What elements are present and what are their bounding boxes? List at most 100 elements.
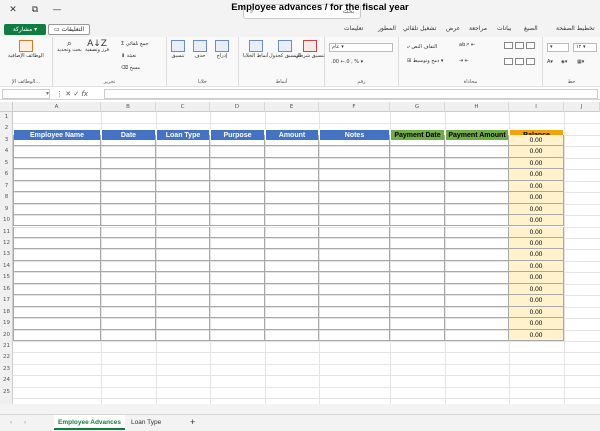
- table-cell[interactable]: [265, 260, 319, 273]
- table-cell[interactable]: [101, 215, 156, 227]
- table-cell[interactable]: [265, 180, 319, 193]
- table-cell[interactable]: [101, 272, 156, 284]
- table-cell[interactable]: [390, 295, 445, 307]
- table-cell[interactable]: [445, 157, 509, 170]
- table-cell[interactable]: [210, 134, 265, 147]
- table-cell[interactable]: [156, 306, 210, 319]
- row-header[interactable]: 10: [0, 215, 13, 226]
- table-cell[interactable]: [156, 260, 210, 273]
- table-cell[interactable]: [210, 249, 265, 261]
- balance-cell[interactable]: 0.00: [509, 169, 564, 181]
- table-cell[interactable]: [101, 249, 156, 261]
- table-cell[interactable]: [101, 146, 156, 158]
- column-header[interactable]: A: [13, 102, 101, 112]
- table-cell[interactable]: [390, 260, 445, 273]
- table-cell[interactable]: [210, 180, 265, 193]
- table-cell[interactable]: [13, 318, 101, 330]
- row-header[interactable]: 19: [0, 318, 13, 329]
- table-cell[interactable]: [13, 226, 101, 238]
- table-cell[interactable]: [445, 192, 509, 204]
- table-cell[interactable]: [210, 226, 265, 238]
- select-all-corner[interactable]: [0, 102, 13, 112]
- table-cell[interactable]: [390, 283, 445, 296]
- format-button[interactable]: تنسيق: [171, 40, 185, 59]
- addins-button[interactable]: الوظائف الإضافية: [8, 40, 44, 59]
- table-cell[interactable]: [156, 272, 210, 284]
- table-cell[interactable]: [445, 226, 509, 238]
- table-cell[interactable]: [445, 203, 509, 216]
- table-cell[interactable]: [319, 237, 390, 250]
- column-header[interactable]: B: [101, 102, 156, 112]
- table-cell[interactable]: [210, 157, 265, 170]
- align-right-icon[interactable]: [503, 58, 536, 65]
- table-cell[interactable]: [265, 295, 319, 307]
- table-cell[interactable]: [265, 306, 319, 319]
- table-cell[interactable]: [210, 215, 265, 227]
- balance-cell[interactable]: 0.00: [509, 283, 564, 296]
- table-cell[interactable]: [319, 283, 390, 296]
- table-cell[interactable]: [319, 215, 390, 227]
- table-cell[interactable]: [156, 157, 210, 170]
- table-cell[interactable]: [265, 272, 319, 284]
- table-cell[interactable]: [13, 180, 101, 193]
- table-cell[interactable]: [265, 192, 319, 204]
- balance-cell[interactable]: 0.00: [509, 215, 564, 227]
- table-cell[interactable]: [101, 169, 156, 181]
- table-cell[interactable]: [445, 180, 509, 193]
- tab-help[interactable]: تعليمات: [344, 25, 363, 32]
- table-cell[interactable]: [210, 146, 265, 158]
- balance-cell[interactable]: 0.00: [509, 146, 564, 158]
- formula-input[interactable]: [104, 89, 598, 99]
- table-cell[interactable]: [13, 215, 101, 227]
- comments-button[interactable]: ▭ التعليقات: [48, 24, 90, 35]
- sheet-title[interactable]: Employee advances / for the fiscal year: [90, 2, 550, 14]
- sheet-tab-loan-type[interactable]: Loan Type: [127, 415, 165, 430]
- row-header[interactable]: 13: [0, 249, 13, 260]
- table-cell[interactable]: [101, 295, 156, 307]
- column-header[interactable]: E: [265, 102, 319, 112]
- table-cell[interactable]: [319, 318, 390, 330]
- table-cell[interactable]: [319, 169, 390, 181]
- table-cell[interactable]: [445, 295, 509, 307]
- balance-cell[interactable]: 0.00: [509, 203, 564, 216]
- balance-cell[interactable]: 0.00: [509, 157, 564, 170]
- table-cell[interactable]: [319, 180, 390, 193]
- table-cell[interactable]: [445, 134, 509, 147]
- table-cell[interactable]: [13, 146, 101, 158]
- table-cell[interactable]: [156, 237, 210, 250]
- table-cell[interactable]: [156, 192, 210, 204]
- table-cell[interactable]: [319, 306, 390, 319]
- table-cell[interactable]: [210, 295, 265, 307]
- table-cell[interactable]: [390, 215, 445, 227]
- table-cell[interactable]: [101, 134, 156, 147]
- font-name-select[interactable]: ▾: [547, 43, 569, 52]
- table-cell[interactable]: [13, 295, 101, 307]
- table-cell[interactable]: [390, 226, 445, 238]
- table-cell[interactable]: [319, 134, 390, 147]
- align-top-icon[interactable]: [503, 42, 536, 49]
- table-cell[interactable]: [13, 203, 101, 216]
- table-cell[interactable]: [13, 329, 101, 341]
- table-cell[interactable]: [210, 260, 265, 273]
- row-header[interactable]: 15: [0, 272, 13, 283]
- table-cell[interactable]: [390, 237, 445, 250]
- clear-button[interactable]: ⌫ مسح: [121, 65, 140, 71]
- table-cell[interactable]: [13, 272, 101, 284]
- table-cell[interactable]: [210, 283, 265, 296]
- close-icon[interactable]: ✕: [4, 3, 22, 17]
- share-button[interactable]: مشاركة ▾: [4, 24, 46, 35]
- table-cell[interactable]: [210, 169, 265, 181]
- column-header[interactable]: G: [390, 102, 445, 112]
- row-header[interactable]: 16: [0, 284, 13, 295]
- table-cell[interactable]: [265, 318, 319, 330]
- table-cell[interactable]: [13, 283, 101, 296]
- row-header[interactable]: 4: [0, 146, 13, 157]
- table-cell[interactable]: [210, 306, 265, 319]
- row-header[interactable]: 21: [0, 341, 13, 352]
- tab-data[interactable]: بيانات: [497, 25, 511, 32]
- table-cell[interactable]: [319, 295, 390, 307]
- balance-cell[interactable]: 0.00: [509, 134, 564, 147]
- table-cell[interactable]: [265, 283, 319, 296]
- table-cell[interactable]: [265, 169, 319, 181]
- table-cell[interactable]: [445, 283, 509, 296]
